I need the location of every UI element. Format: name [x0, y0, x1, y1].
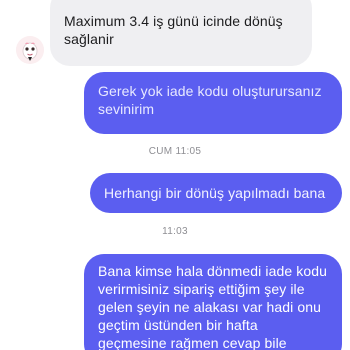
sender-avatar-icon[interactable]: [16, 36, 44, 64]
message-line: Herhangi bir dönüş yapılmadı bana: [104, 185, 326, 201]
incoming-message-bubble[interactable]: Maximum 3.4 iş günü icinde dönüş sağlani…: [50, 0, 312, 66]
outgoing-message-bubble[interactable]: Herhangi bir dönüş yapılmadı bana: [90, 173, 342, 213]
message-line: Bana kimse hala dönmedi iade kodu: [98, 263, 328, 279]
message-line: sevinirim: [98, 101, 155, 117]
message-line: Maximum 3.4 iş günü icinde dönüş: [64, 13, 283, 29]
message-line: sağlanir: [64, 31, 114, 47]
message-line: gelen şeyin ne alakası var hadi onu: [98, 299, 321, 315]
message-timestamp: CUM 11:05: [148, 146, 202, 157]
message-line: Gerek yok iade kodu oluşturursanız: [98, 83, 322, 99]
outgoing-message-bubble[interactable]: Bana kimse hala dönmedi iade kodu verirm…: [84, 254, 342, 350]
chat-thread: Maximum 3.4 iş günü icinde dönüş sağlani…: [0, 0, 350, 350]
message-timestamp: 11:03: [162, 226, 188, 237]
message-line: geçtim üstünden bir hafta: [98, 317, 258, 333]
message-line: verirmisiniz sipariş ettiğim şey ile: [98, 281, 305, 297]
avatar-face-icon: [16, 36, 44, 64]
outgoing-message-bubble[interactable]: Gerek yok iade kodu oluşturursanız sevin…: [84, 72, 342, 134]
message-line: geçmesine rağmen cevap bile: [98, 335, 287, 350]
